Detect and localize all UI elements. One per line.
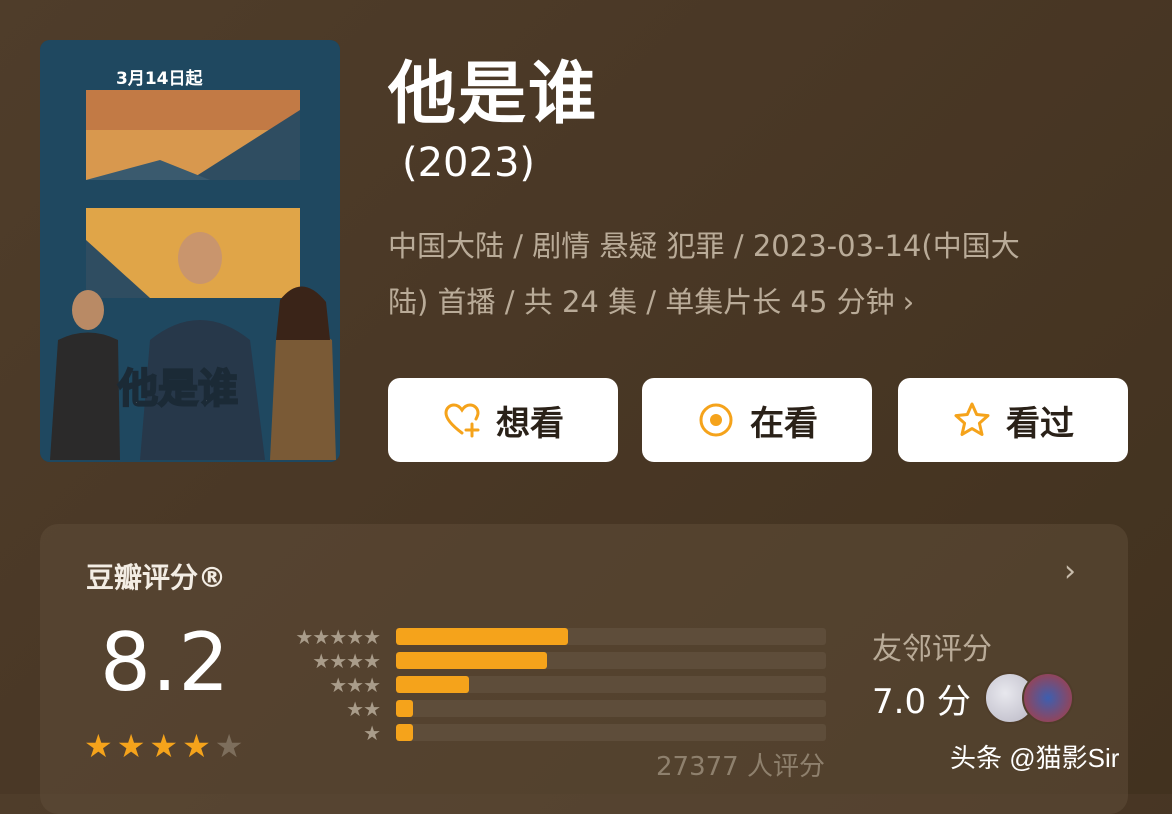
distribution-bar-2 bbox=[396, 700, 414, 717]
meta-line-2: 陆) 首播 / 共 24 集 / 单集片长 45 分钟 › bbox=[388, 285, 915, 319]
star-filled-icon: ★ bbox=[149, 727, 179, 765]
watched-label: 看过 bbox=[1006, 403, 1074, 444]
distribution-bar-track bbox=[396, 724, 826, 741]
watching-button[interactable]: 在看 bbox=[642, 378, 872, 462]
distribution-stars-4: ★★★★ bbox=[312, 649, 381, 673]
star-outline-icon bbox=[954, 402, 990, 436]
distribution-stars-5: ★★★★★ bbox=[295, 625, 381, 649]
show-title: 他是谁 bbox=[388, 55, 599, 134]
star-filled-icon: ★ bbox=[116, 727, 146, 765]
star-empty-icon: ★ bbox=[214, 727, 244, 765]
chevron-right-icon[interactable]: › bbox=[1064, 554, 1076, 589]
poster-image[interactable]: 他是谁 3月14日起 bbox=[40, 40, 340, 462]
want-to-watch-button[interactable]: 想看 bbox=[388, 378, 618, 462]
distribution-bar-track bbox=[396, 676, 826, 693]
avatar[interactable] bbox=[1022, 672, 1074, 724]
friends-rating-label: 友邻评分 bbox=[872, 632, 992, 667]
score-stars: ★ ★ ★ ★ ★ bbox=[84, 730, 243, 762]
rating-title: 豆瓣评分® bbox=[86, 561, 227, 594]
distribution-stars-3: ★★★ bbox=[329, 673, 381, 697]
watching-label: 在看 bbox=[750, 403, 818, 444]
distribution-stars-1: ★ bbox=[363, 721, 381, 745]
distribution-bar-4 bbox=[396, 652, 547, 669]
target-icon bbox=[699, 403, 733, 437]
poster-title-art: 他是谁 bbox=[117, 366, 238, 412]
chevron-right-icon: › bbox=[902, 285, 915, 319]
distribution-bar-track bbox=[396, 700, 826, 717]
watermark: 头条 @猫影Sir bbox=[950, 743, 1120, 773]
distribution-stars-2: ★★ bbox=[346, 697, 381, 721]
star-filled-icon: ★ bbox=[182, 727, 211, 765]
distribution-bar-track bbox=[396, 652, 826, 669]
watched-button[interactable]: 看过 bbox=[898, 378, 1128, 462]
distribution-bar-3 bbox=[396, 676, 470, 693]
rating-score: 8.2 bbox=[100, 616, 231, 709]
star-filled-icon: ★ bbox=[84, 727, 113, 765]
friends-rating-score: 7.0 分 bbox=[872, 682, 971, 722]
distribution-bar-5 bbox=[396, 628, 568, 645]
want-to-watch-label: 想看 bbox=[496, 403, 564, 444]
distribution-bar-track bbox=[396, 628, 826, 645]
show-year: (2023) bbox=[402, 140, 536, 186]
meta-line-1: 中国大陆 / 剧情 悬疑 犯罪 / 2023-03-14(中国大 bbox=[388, 229, 1020, 263]
poster-date: 3月14日起 bbox=[116, 68, 203, 89]
heart-plus-icon bbox=[444, 403, 480, 438]
rating-count: 27377 人评分 bbox=[656, 752, 825, 782]
show-meta[interactable]: 中国大陆 / 剧情 悬疑 犯罪 / 2023-03-14(中国大 陆) 首播 /… bbox=[388, 218, 1128, 330]
distribution-bar-1 bbox=[396, 724, 414, 741]
